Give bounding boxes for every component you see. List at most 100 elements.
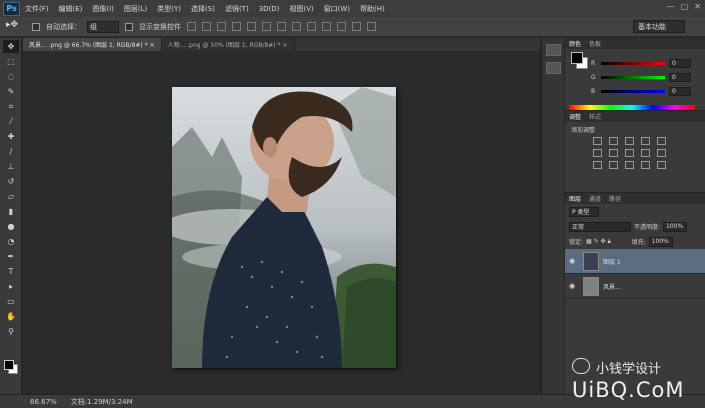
opacity-input[interactable]: 100% bbox=[663, 221, 688, 232]
history-panel-icon[interactable] bbox=[546, 44, 561, 56]
align-top-icon[interactable] bbox=[187, 22, 196, 31]
eraser-tool-icon[interactable]: ▱ bbox=[3, 190, 19, 203]
slider-b-value[interactable]: 0 bbox=[669, 86, 691, 96]
hand-tool-icon[interactable]: ✋ bbox=[3, 310, 19, 323]
history-brush-tool-icon[interactable]: ↺ bbox=[3, 175, 19, 188]
menu-edit[interactable]: 编辑(E) bbox=[54, 4, 88, 14]
align-hcenter-icon[interactable] bbox=[247, 22, 256, 31]
layer-row-1[interactable]: ◉ 图层 1 bbox=[565, 249, 705, 274]
visibility-eye-icon[interactable]: ◉ bbox=[565, 257, 579, 265]
align-left-icon[interactable] bbox=[232, 22, 241, 31]
distribute-top-icon[interactable] bbox=[277, 22, 286, 31]
auto-align-icon[interactable] bbox=[367, 22, 376, 31]
slider-g[interactable]: G 0 bbox=[591, 72, 701, 82]
fill-input[interactable]: 100% bbox=[648, 236, 673, 247]
slider-r[interactable]: R 0 bbox=[591, 58, 701, 68]
menu-3d[interactable]: 3D(D) bbox=[254, 5, 285, 13]
path-select-tool-icon[interactable]: ▸ bbox=[3, 280, 19, 293]
auto-select-checkbox[interactable] bbox=[32, 22, 40, 31]
brightness-icon[interactable] bbox=[593, 137, 602, 145]
eyedropper-tool-icon[interactable]: ⁄ bbox=[3, 115, 19, 128]
document-canvas[interactable] bbox=[172, 87, 396, 368]
visibility-eye-icon[interactable]: ◉ bbox=[565, 282, 579, 290]
maximize-button[interactable]: ▢ bbox=[681, 2, 689, 11]
crop-tool-icon[interactable]: ⌗ bbox=[3, 100, 19, 113]
exposure-icon[interactable] bbox=[641, 137, 650, 145]
threshold-icon[interactable] bbox=[625, 161, 634, 169]
color-balance-icon[interactable] bbox=[609, 149, 618, 157]
tab-channels[interactable]: 通道 bbox=[589, 194, 601, 203]
slider-g-value[interactable]: 0 bbox=[669, 72, 691, 82]
menu-view[interactable]: 视图(V) bbox=[284, 4, 318, 14]
distribute-hcenter-icon[interactable] bbox=[337, 22, 346, 31]
auto-select-dropdown[interactable]: 组 bbox=[87, 20, 119, 33]
distribute-right-icon[interactable] bbox=[352, 22, 361, 31]
properties-panel-icon[interactable] bbox=[546, 62, 561, 74]
workspace-dropdown[interactable]: 基本功能 bbox=[633, 20, 685, 33]
blur-tool-icon[interactable]: ● bbox=[3, 220, 19, 233]
curves-icon[interactable] bbox=[625, 137, 634, 145]
tab-landscape[interactable]: 风景... .png @ 66.7% (图层 1, RGB/8#) * × bbox=[23, 38, 162, 51]
canvas-area[interactable] bbox=[23, 51, 540, 394]
move-tool-icon[interactable]: ✥ bbox=[3, 40, 19, 53]
invert-icon[interactable] bbox=[593, 161, 602, 169]
blend-mode-dropdown[interactable]: 正常 bbox=[569, 221, 631, 232]
vibrance-icon[interactable] bbox=[657, 137, 666, 145]
menu-type[interactable]: 类型(Y) bbox=[152, 4, 186, 14]
black-white-icon[interactable] bbox=[625, 149, 634, 157]
selective-color-icon[interactable] bbox=[657, 161, 666, 169]
slider-r-track[interactable] bbox=[601, 61, 665, 65]
quick-select-tool-icon[interactable]: ✎ bbox=[3, 85, 19, 98]
menu-window[interactable]: 窗口(W) bbox=[319, 4, 355, 14]
slider-r-value[interactable]: 0 bbox=[669, 58, 691, 68]
pen-tool-icon[interactable]: ✒ bbox=[3, 250, 19, 263]
tab-styles[interactable]: 样式 bbox=[589, 112, 601, 121]
minimize-button[interactable]: — bbox=[667, 2, 675, 11]
show-transform-checkbox[interactable] bbox=[125, 22, 133, 31]
menu-filter[interactable]: 滤镜(T) bbox=[220, 4, 254, 14]
tab-adjustments[interactable]: 调整 bbox=[569, 112, 581, 121]
type-tool-icon[interactable]: T bbox=[3, 265, 19, 278]
menu-image[interactable]: 图像(I) bbox=[87, 4, 119, 14]
healing-tool-icon[interactable]: ✚ bbox=[3, 130, 19, 143]
tab-layers[interactable]: 图层 bbox=[569, 194, 581, 203]
menu-layer[interactable]: 图层(L) bbox=[119, 4, 152, 14]
marquee-tool-icon[interactable]: ⬚ bbox=[3, 55, 19, 68]
foreground-color-swatch[interactable] bbox=[4, 360, 14, 370]
layer-kind-dropdown[interactable]: P 类型 bbox=[569, 206, 599, 217]
slider-b[interactable]: B 0 bbox=[591, 86, 701, 96]
gradient-map-icon[interactable] bbox=[641, 161, 650, 169]
levels-icon[interactable] bbox=[609, 137, 618, 145]
menu-help[interactable]: 帮助(H) bbox=[355, 4, 390, 14]
align-vcenter-icon[interactable] bbox=[202, 22, 211, 31]
menu-file[interactable]: 文件(F) bbox=[20, 4, 54, 14]
distribute-bottom-icon[interactable] bbox=[307, 22, 316, 31]
document-size[interactable]: 文档:1.29M/3.24M bbox=[71, 397, 133, 407]
tab-paths[interactable]: 路径 bbox=[609, 194, 621, 203]
channel-mixer-icon[interactable] bbox=[657, 149, 666, 157]
layer-name[interactable]: 图层 1 bbox=[603, 257, 621, 266]
panel-foreground-swatch[interactable] bbox=[571, 52, 583, 64]
photo-filter-icon[interactable] bbox=[641, 149, 650, 157]
lock-icons[interactable]: ▦ ✎ ✥ 🔒︎ bbox=[586, 238, 611, 246]
brush-tool-icon[interactable]: ∕ bbox=[3, 145, 19, 158]
menu-select[interactable]: 选择(S) bbox=[186, 4, 220, 14]
dodge-tool-icon[interactable]: ◔ bbox=[3, 235, 19, 248]
zoom-tool-icon[interactable]: ⚲ bbox=[3, 325, 19, 338]
gradient-tool-icon[interactable]: ▮ bbox=[3, 205, 19, 218]
tab-color[interactable]: 颜色 bbox=[569, 39, 581, 48]
hue-saturation-icon[interactable] bbox=[593, 149, 602, 157]
layer-row-2[interactable]: ◉ 风景... bbox=[565, 274, 705, 299]
zoom-level[interactable]: 66.67% bbox=[30, 398, 57, 406]
tab-portrait[interactable]: 人物... .png @ 50% (图层 1, RGB/8#) * × bbox=[161, 38, 295, 51]
align-bottom-icon[interactable] bbox=[217, 22, 226, 31]
move-tool-preset-icon[interactable]: ▸✥ bbox=[6, 20, 26, 34]
slider-g-track[interactable] bbox=[601, 75, 665, 79]
layer-name[interactable]: 风景... bbox=[603, 282, 621, 291]
close-button[interactable]: ✕ bbox=[694, 2, 701, 11]
distribute-left-icon[interactable] bbox=[322, 22, 331, 31]
posterize-icon[interactable] bbox=[609, 161, 618, 169]
align-right-icon[interactable] bbox=[262, 22, 271, 31]
tab-swatches[interactable]: 色板 bbox=[589, 39, 601, 48]
slider-b-track[interactable] bbox=[601, 89, 665, 93]
